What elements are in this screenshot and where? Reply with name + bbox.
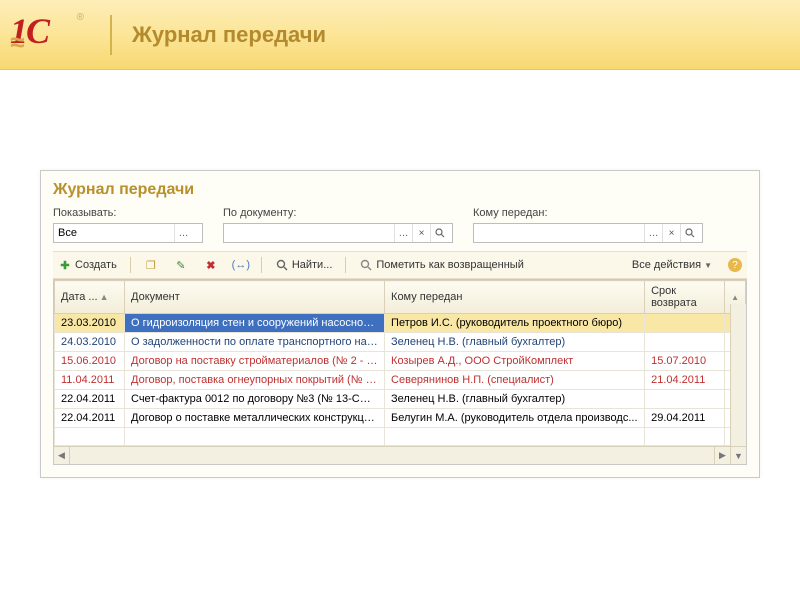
- refresh-button[interactable]: (↔): [229, 256, 253, 274]
- help-button[interactable]: ?: [723, 256, 747, 274]
- help-icon: ?: [728, 258, 742, 272]
- cell-due: 15.07.2010: [645, 352, 725, 371]
- header-divider: [110, 15, 112, 55]
- cell-document: О гидроизоляция стен и сооружений насосн…: [125, 314, 385, 333]
- cell-due: [645, 390, 725, 409]
- cell-date: 22.04.2011: [55, 390, 125, 409]
- filter-show-input[interactable]: …: [53, 223, 203, 243]
- search-icon[interactable]: [430, 224, 448, 242]
- mark-returned-button[interactable]: Пометить как возвращенный: [354, 256, 528, 274]
- copy-icon: ❐: [144, 258, 158, 272]
- panel-title: Журнал передачи: [53, 181, 747, 199]
- cell-towhom: Петров И.С. (руководитель проектного бюр…: [385, 314, 645, 333]
- cell-due: 29.04.2011: [645, 409, 725, 428]
- sort-asc-icon: ▲: [100, 292, 109, 302]
- transfer-table-wrap: Дата ...▲ Документ Кому передан Срок воз…: [53, 279, 747, 465]
- cell-document: Договор о поставке металлических констру…: [125, 409, 385, 428]
- table-row[interactable]: 11.04.2011Договор, поставка огнеупорных …: [55, 371, 746, 390]
- refresh-icon: (↔): [234, 258, 248, 272]
- filter-row: Показывать: … По документу: … × К: [53, 207, 747, 243]
- pencil-icon: ✎: [174, 258, 188, 272]
- clear-icon[interactable]: ×: [412, 224, 430, 242]
- toolbar: ✚ Создать ❐ ✎ ✖ (↔) Найти... Пометить ка…: [53, 251, 747, 279]
- all-actions-button[interactable]: Все действия ▼: [627, 257, 717, 273]
- plus-icon: ✚: [58, 258, 72, 272]
- filter-towhom-input[interactable]: … ×: [473, 223, 703, 243]
- horizontal-scrollbar[interactable]: ◀ ▶ ▼: [54, 446, 746, 464]
- col-document[interactable]: Документ: [125, 281, 385, 314]
- delete-button[interactable]: ✖: [199, 256, 223, 274]
- search-icon[interactable]: [680, 224, 698, 242]
- cell-date: 23.03.2010: [55, 314, 125, 333]
- col-date[interactable]: Дата ...▲: [55, 281, 125, 314]
- cell-due: [645, 333, 725, 352]
- delete-icon: ✖: [204, 258, 218, 272]
- scroll-down-icon[interactable]: ▼: [730, 447, 746, 464]
- scroll-left-icon[interactable]: ◀: [54, 447, 70, 464]
- table-row[interactable]: 23.03.2010О гидроизоляция стен и сооруже…: [55, 314, 746, 333]
- scroll-right-icon[interactable]: ▶: [714, 447, 730, 464]
- all-actions-label: Все действия: [632, 259, 701, 271]
- cell-document: О задолженности по оплате транспортного …: [125, 333, 385, 352]
- col-due[interactable]: Срок возврата: [645, 281, 725, 314]
- table-row[interactable]: 22.04.2011Договор о поставке металлическ…: [55, 409, 746, 428]
- ellipsis-icon[interactable]: …: [174, 224, 192, 242]
- find-label: Найти...: [292, 259, 333, 271]
- cell-towhom: Зеленец Н.В. (главный бухгалтер): [385, 333, 645, 352]
- find-icon: [275, 258, 289, 272]
- cell-date: 24.03.2010: [55, 333, 125, 352]
- find-button[interactable]: Найти...: [270, 256, 338, 274]
- transfer-log-panel: Журнал передачи Показывать: … По докумен…: [40, 170, 760, 478]
- table-row[interactable]: 22.04.2011Счет-фактура 0012 по договору …: [55, 390, 746, 409]
- clear-icon[interactable]: ×: [662, 224, 680, 242]
- toolbar-separator: [130, 257, 131, 273]
- stamp-icon: [359, 258, 373, 272]
- create-button[interactable]: ✚ Создать: [53, 256, 122, 274]
- filter-bydoc-label: По документу:: [223, 207, 453, 219]
- cell-date: 22.04.2011: [55, 409, 125, 428]
- cell-date: 15.06.2010: [55, 352, 125, 371]
- cell-document: Договор на поставку стройматериалов (№ 2…: [125, 352, 385, 371]
- dropdown-icon: ▼: [704, 261, 712, 270]
- cell-due: 21.04.2011: [645, 371, 725, 390]
- cell-document: Договор, поставка огнеупорных покрытий (…: [125, 371, 385, 390]
- page-title: Журнал передачи: [132, 22, 326, 48]
- ellipsis-icon[interactable]: …: [394, 224, 412, 242]
- transfer-table: Дата ...▲ Документ Кому передан Срок воз…: [54, 280, 746, 446]
- filter-towhom-label: Кому передан:: [473, 207, 703, 219]
- filter-show-label: Показывать:: [53, 207, 203, 219]
- copy-button[interactable]: ❐: [139, 256, 163, 274]
- col-towhom[interactable]: Кому передан: [385, 281, 645, 314]
- ellipsis-icon[interactable]: …: [644, 224, 662, 242]
- cell-towhom: Белугин М.А. (руководитель отдела произв…: [385, 409, 645, 428]
- table-row[interactable]: 15.06.2010Договор на поставку стройматер…: [55, 352, 746, 371]
- table-row[interactable]: 24.03.2010О задолженности по оплате тран…: [55, 333, 746, 352]
- cell-towhom: Северянинов Н.П. (специалист): [385, 371, 645, 390]
- filter-show-field[interactable]: [54, 224, 174, 242]
- edit-button[interactable]: ✎: [169, 256, 193, 274]
- create-label: Создать: [75, 259, 117, 271]
- table-row-blank: [55, 428, 746, 446]
- logo-1c: 1С ≈ ®: [10, 10, 90, 60]
- app-header: 1С ≈ ® Журнал передачи: [0, 0, 800, 70]
- filter-bydoc-input[interactable]: … ×: [223, 223, 453, 243]
- cell-due: [645, 314, 725, 333]
- cell-towhom: Козырев А.Д., ООО СтройКомплект: [385, 352, 645, 371]
- filter-bydoc-field[interactable]: [224, 224, 394, 242]
- mark-returned-label: Пометить как возвращенный: [376, 259, 523, 271]
- toolbar-separator: [345, 257, 346, 273]
- cell-towhom: Зеленец Н.В. (главный бухгалтер): [385, 390, 645, 409]
- cell-document: Счет-фактура 0012 по договору №3 (№ 13-С…: [125, 390, 385, 409]
- vertical-scrollbar[interactable]: [730, 304, 746, 446]
- filter-towhom-field[interactable]: [474, 224, 644, 242]
- cell-date: 11.04.2011: [55, 371, 125, 390]
- toolbar-separator: [261, 257, 262, 273]
